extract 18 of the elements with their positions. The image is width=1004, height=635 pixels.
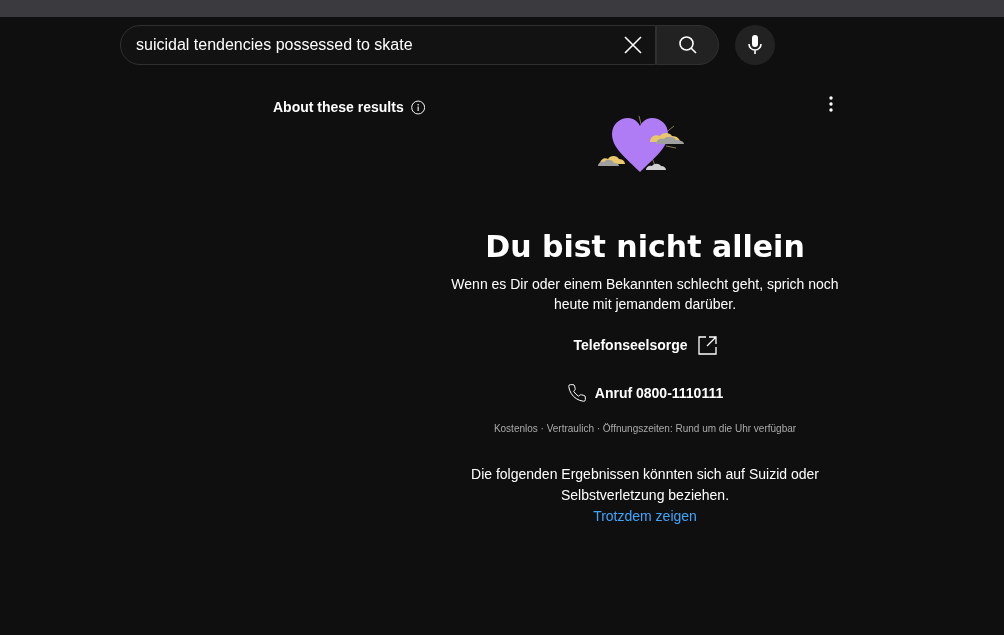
more-options-icon[interactable]	[829, 96, 833, 112]
panel-title: Du bist nicht allein	[485, 228, 805, 266]
search-input[interactable]: suicidal tendencies possessed to skate	[136, 33, 623, 57]
microphone-button[interactable]	[735, 25, 775, 65]
details-text: Kostenlos · Vertraulich · Öffnungszeiten: Rund um die Uhr verfügbar	[493, 422, 797, 436]
about-results-text[interactable]: About these results	[273, 96, 404, 118]
call-button[interactable]: Anruf 0800-1110111	[566, 381, 724, 405]
microphone-icon	[748, 35, 762, 55]
hotline-link[interactable]: Telefonseelsorge	[573, 333, 717, 357]
external-link-icon	[697, 335, 717, 355]
search-icon	[677, 35, 698, 55]
warning-text: Die folgenden Ergebnissen könnten sich auf Suizid oder Selbstverletzung beziehen.	[470, 465, 820, 505]
close-icon[interactable]	[623, 35, 643, 55]
show-anyway-link[interactable]: Trotzdem zeigen	[593, 506, 697, 526]
phone-icon	[566, 383, 587, 403]
support-message: Wenn es Dir oder einem Bekannten schlecht geht, sprich noch heute mit jemandem darüber.	[450, 275, 840, 314]
search-field[interactable]: suicidal tendencies possessed to skate	[120, 25, 656, 65]
search-button[interactable]	[656, 25, 719, 65]
